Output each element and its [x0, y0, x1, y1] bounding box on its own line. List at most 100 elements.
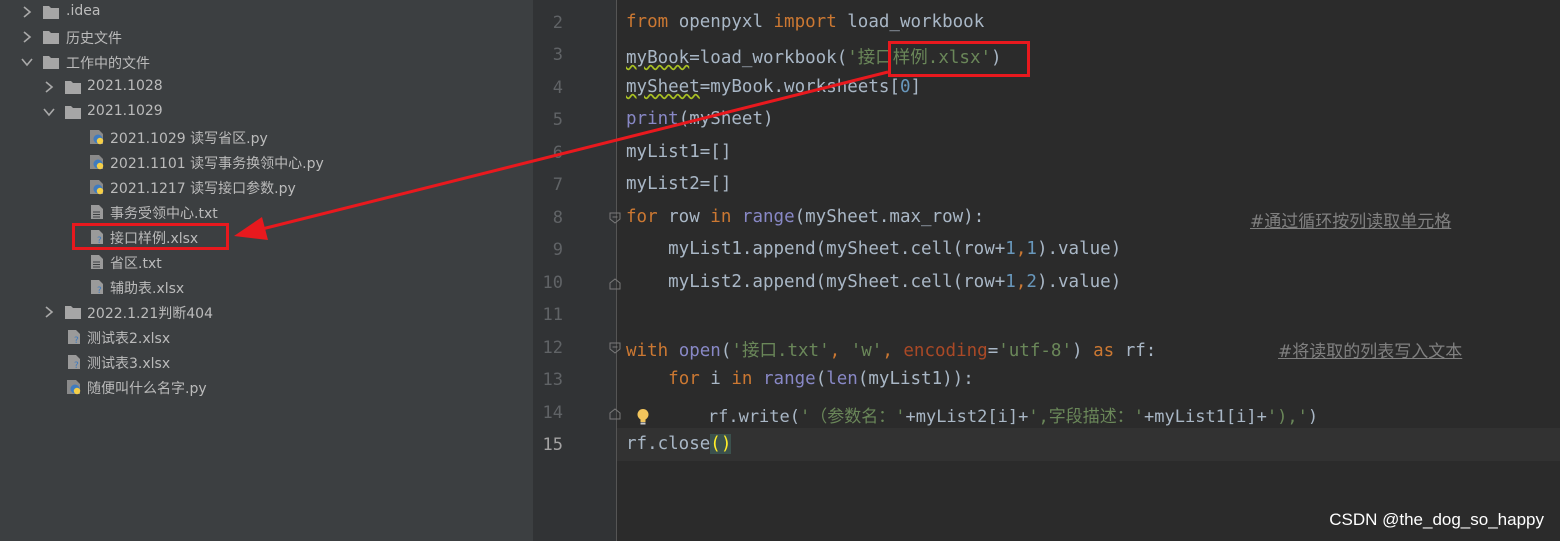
code-token: =myBook.worksheets[ — [699, 77, 900, 97]
code-token: =load_workbook( — [689, 48, 848, 68]
line-number-current: 15 — [542, 435, 563, 455]
string-literal: ',字段描述：' — [1028, 407, 1145, 427]
chevron-down-icon[interactable] — [20, 54, 34, 70]
comma: , — [1015, 272, 1027, 292]
comment: #将读取的列表写入文本 — [1278, 342, 1463, 362]
builtin: open — [678, 341, 721, 361]
code-token: ) — [1072, 341, 1094, 361]
keyword: in — [710, 207, 732, 227]
annotation-box-tree — [72, 223, 229, 250]
string-literal: 'w' — [850, 341, 883, 361]
unknown-file-icon: ? — [68, 330, 80, 345]
code-token: myList2.append(mySheet.cell(row+ — [626, 272, 1006, 292]
chevron-right-icon[interactable] — [42, 304, 56, 320]
python-file-icon — [90, 155, 104, 170]
code-token: +myList2[i]+ — [905, 407, 1029, 427]
tree-item-file-py[interactable]: 2021.1101 读写事务换领中心.py — [0, 150, 533, 175]
code-token: i — [699, 369, 732, 389]
svg-text:?: ? — [74, 361, 79, 370]
code-token: row — [657, 207, 711, 227]
code-line-10: myList2.append(mySheet.cell(row+1,2).val… — [626, 272, 1121, 292]
line-number: 10 — [542, 273, 563, 293]
fold-end-marker-icon[interactable] — [609, 278, 621, 290]
code-token: myBook — [626, 48, 690, 68]
line-number: 9 — [552, 240, 563, 260]
tree-item-2021-1029[interactable]: 2021.1029 — [0, 100, 533, 125]
annotation-box-code — [888, 41, 1030, 77]
tree-item-file-txt[interactable]: 省区.txt — [0, 250, 533, 275]
chevron-down-icon[interactable] — [42, 104, 56, 120]
tree-item-working-files[interactable]: 工作中的文件 — [0, 50, 533, 75]
code-line-4: mySheet=myBook.worksheets[0] — [626, 77, 921, 97]
code-line-8: for row in range(mySheet.max_row): — [626, 207, 984, 227]
line-number: 7 — [552, 175, 563, 195]
line-number: 4 — [552, 78, 563, 98]
python-file-icon — [90, 180, 104, 195]
keyword: for — [668, 369, 700, 389]
line-number: 5 — [552, 110, 563, 130]
tree-item-label: 辅助表.xlsx — [110, 281, 185, 297]
code-token: myList1 — [626, 142, 700, 162]
python-file-icon — [90, 130, 104, 145]
line-number: 6 — [552, 143, 563, 163]
tree-item-label: 2021.1217 读写接口参数.py — [110, 181, 296, 197]
code-token: load_workbook — [836, 12, 985, 32]
line-number: 13 — [542, 370, 563, 390]
code-line-12: with open('接口.txt', 'w', encoding='utf-8… — [626, 337, 1156, 362]
folder-icon — [65, 306, 81, 319]
fold-end-marker-icon[interactable] — [609, 408, 621, 420]
chevron-right-icon[interactable] — [20, 4, 34, 20]
fold-marker-icon[interactable] — [609, 212, 621, 224]
line-number: 12 — [542, 338, 563, 358]
folder-icon — [65, 81, 81, 94]
number-literal: 2 — [1026, 272, 1037, 292]
comma: , — [1015, 239, 1027, 259]
keyword: with — [626, 341, 669, 361]
tree-item-file-xlsx[interactable]: ? 测试表3.xlsx — [0, 350, 533, 375]
code-line-2: from openpyxl import load_workbook — [626, 12, 984, 32]
python-file-icon — [67, 380, 81, 395]
tree-item-2021-1028[interactable]: 2021.1028 — [0, 75, 533, 100]
tree-item-label: 历史文件 — [66, 31, 122, 47]
code-line-7: myList2=[] — [626, 174, 731, 194]
keyword: import — [773, 12, 837, 32]
fold-marker-icon[interactable] — [609, 342, 621, 354]
tree-item-file-txt[interactable]: 事务受领中心.txt — [0, 200, 533, 225]
code-token: mySheet — [626, 77, 700, 97]
code-token: rf.close — [626, 434, 711, 454]
unknown-file-icon: ? — [68, 355, 80, 370]
chevron-right-icon[interactable] — [20, 29, 34, 45]
string-literal: '接口.txt' — [731, 341, 830, 361]
tree-item-label: 2021.1101 读写事务换领中心.py — [110, 156, 324, 172]
tree-item-history[interactable]: 历史文件 — [0, 25, 533, 50]
comma: , — [882, 341, 904, 361]
tree-item-file-py[interactable]: 2021.1217 读写接口参数.py — [0, 175, 533, 200]
tree-item-label: 2021.1028 — [87, 78, 163, 94]
number-literal: 1 — [1005, 239, 1016, 259]
tree-item-label: 事务受领中心.txt — [110, 206, 218, 222]
project-tree-panel: .idea 历史文件 工作中的文件 2021.1028 2021.1029 20… — [0, 0, 533, 541]
folder-icon — [43, 6, 59, 19]
tree-item-2022-1-21[interactable]: 2022.1.21判断404 — [0, 300, 533, 325]
keyword: as — [1093, 341, 1115, 361]
text-file-icon — [91, 255, 103, 269]
builtin: range — [763, 369, 816, 389]
unknown-file-icon: ? — [91, 280, 103, 295]
comment: #通过循环按列读取单元格 — [1250, 212, 1452, 232]
chevron-right-icon[interactable] — [42, 79, 56, 95]
folder-icon — [43, 31, 59, 44]
tree-item-file-xlsx[interactable]: ? 测试表2.xlsx — [0, 325, 533, 350]
code-token: =[] — [699, 142, 732, 162]
text-file-icon — [91, 205, 103, 219]
code-token: ).value) — [1036, 272, 1122, 292]
keyword: for — [626, 207, 658, 227]
keyword-argument: encoding — [903, 341, 988, 361]
tree-item-file-py[interactable]: 2021.1029 读写省区.py — [0, 125, 533, 150]
tree-item-label: 2021.1029 — [87, 103, 163, 119]
folder-icon — [65, 106, 81, 119]
tree-item-file-py[interactable]: 随便叫什么名字.py — [0, 375, 533, 400]
code-token: myList2 — [626, 174, 700, 194]
tree-item-file-xlsx[interactable]: ? 辅助表.xlsx — [0, 275, 533, 300]
tree-item-label: 2022.1.21判断404 — [87, 306, 213, 322]
tree-item-idea[interactable]: .idea — [0, 0, 533, 25]
